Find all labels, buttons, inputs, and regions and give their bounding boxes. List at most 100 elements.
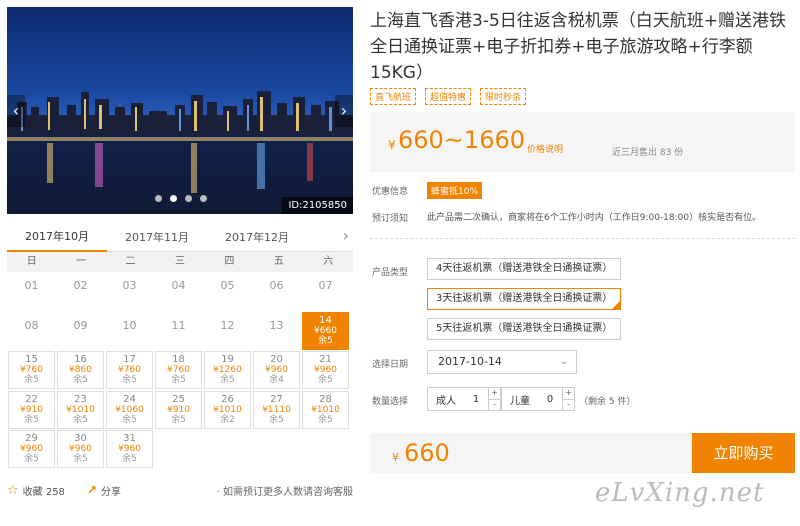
footer-bar: ☆ 收藏 258 ↗ 分享 · 如需预订更多人数请咨询客服 [7,480,353,500]
day-number: 19 [221,354,234,365]
adult-stepper[interactable]: 成人 1 + - [427,387,501,411]
day-number: 18 [172,354,185,365]
calendar-day: 06 [253,272,300,310]
type-label: 产品类型 [372,268,409,278]
day-number: 20 [270,354,283,365]
gallery-dot[interactable] [200,195,207,202]
buy-bar: ¥ 660 立即购买 [370,433,795,473]
calendar-day: 05 [204,272,251,310]
calendar-day[interactable]: 26 ¥1010 余2 [204,390,251,429]
date-label: 选择日期 [372,360,409,370]
child-stepper[interactable]: 儿童 0 + - [501,387,575,411]
calendar-day: 04 [155,272,202,310]
calendar-day[interactable]: 30 ¥960 余5 [57,430,104,468]
day-price: ¥1010 [66,404,95,415]
calendar-day[interactable]: 18 ¥760 余5 [155,351,202,389]
calendar-day[interactable]: 20 ¥960 余4 [253,351,300,389]
calendar-day[interactable]: 17 ¥760 余5 [106,351,153,389]
type-option-4day[interactable]: 4天往返机票（赠送港铁全日通换证票） [427,258,622,280]
calendar-day[interactable]: 19 ¥1260 余5 [204,351,251,389]
gallery-prev-button[interactable]: ‹ [7,95,25,127]
gallery-next-button[interactable]: › [335,95,353,127]
day-price: ¥960 [118,444,141,454]
calendar-day: 01 [8,272,55,310]
calendar-day-selected[interactable]: 14 ¥660 余5 [302,311,349,350]
product-title: 上海直飞香港3-5日往返含税机票（白天航班+赠送港铁全日通换证票+电子折扣券+电… [370,11,787,83]
weekday-label: 日 [26,256,37,267]
tab-month-nov[interactable]: 2017年11月 [107,229,207,251]
calendar-day[interactable]: 31 ¥960 余5 [106,430,153,468]
share-button[interactable]: ↗ 分享 [87,483,121,498]
price-explain-link[interactable]: 价格说明 [527,142,563,155]
calendar-day[interactable]: 29 ¥960 余5 [8,430,55,468]
adult-minus-button[interactable]: - [489,399,500,410]
weekday-label: 五 [273,256,284,267]
hong-kong-skyline-image [7,91,353,193]
day-price: ¥960 [265,365,288,375]
day-number: 21 [319,354,332,365]
calendar-day[interactable]: 15 ¥760 余5 [8,351,55,389]
date-select[interactable]: 2017-10-14 ⌄ [427,350,577,374]
chevron-right-icon[interactable]: › [343,226,349,245]
buy-price-symbol: ¥ [392,451,399,464]
day-stock: 余5 [171,414,186,425]
child-minus-button[interactable]: - [563,399,574,410]
tab-month-oct[interactable]: 2017年10月 [7,228,107,252]
day-price: ¥760 [118,365,141,375]
adult-value[interactable]: 1 [464,394,488,405]
weekday-label: 四 [224,256,235,267]
type-option-5day[interactable]: 5天往返机票（赠送港铁全日通换证票） [427,318,622,340]
tag-badge: 限时秒杀 [480,88,527,105]
day-number: 06 [269,279,284,292]
gallery-dot[interactable] [155,195,162,202]
booking-label: 预订须知 [372,214,409,224]
day-price: ¥1260 [213,365,242,375]
day-stock: 余5 [269,414,284,425]
day-number: 12 [220,318,235,332]
day-stock: 余5 [122,454,137,464]
day-price: ¥760 [20,365,43,375]
day-price: ¥1110 [262,404,291,415]
day-number: 24 [123,393,136,405]
date-value: 2017-10-14 [438,355,502,368]
calendar-day[interactable]: 28 ¥1010 余5 [302,390,349,429]
weekday-label: 一 [76,256,87,267]
star-icon[interactable]: ☆ [7,483,19,498]
type-option-3day[interactable]: 3天往返机票（赠送港铁全日通换证票） [427,288,622,310]
day-stock: 余5 [171,375,186,385]
calendar-day: 13 [253,312,300,350]
day-stock: 余5 [318,414,333,425]
calendar-day[interactable]: 27 ¥1110 余5 [253,390,300,429]
calendar-day[interactable]: 23 ¥1010 余5 [57,390,104,429]
calendar-day[interactable]: 22 ¥910 余5 [8,390,55,429]
favorite-button[interactable]: 收藏 258 [23,483,65,498]
day-number: 10 [122,318,137,332]
day-stock: 余5 [318,375,333,385]
share-icon: ↗ [86,483,97,497]
day-stock: 余5 [122,414,137,425]
tab-month-dec[interactable]: 2017年12月 [207,229,307,251]
day-number: 15 [25,354,38,365]
tag-badge: 直飞航班 [370,88,417,105]
day-stock: 余5 [73,454,88,464]
adult-plus-button[interactable]: + [489,388,500,399]
day-stock: 余5 [73,414,88,425]
calendar-day[interactable]: 25 ¥910 余5 [155,390,202,429]
day-stock: 余5 [318,335,333,346]
calendar-day[interactable]: 24 ¥1060 余5 [106,390,153,429]
day-stock: 余5 [122,375,137,385]
buy-now-button[interactable]: 立即购买 [692,433,795,473]
calendar-day[interactable]: 21 ¥960 余5 [302,351,349,389]
gallery-dot[interactable] [185,195,192,202]
child-value[interactable]: 0 [538,394,562,405]
calendar-day: 11 [155,312,202,350]
calendar-day[interactable]: 16 ¥860 余5 [57,351,104,389]
day-number: 22 [25,393,38,405]
day-number: 25 [172,393,185,405]
price-box: ¥ 660~1660 价格说明 近三月售出 83 份 [370,112,795,172]
child-plus-button[interactable]: + [563,388,574,399]
day-number: 09 [73,318,88,332]
day-number: 30 [74,433,87,444]
weekday-label: 三 [174,256,185,267]
gallery-dot-active[interactable] [170,195,177,202]
